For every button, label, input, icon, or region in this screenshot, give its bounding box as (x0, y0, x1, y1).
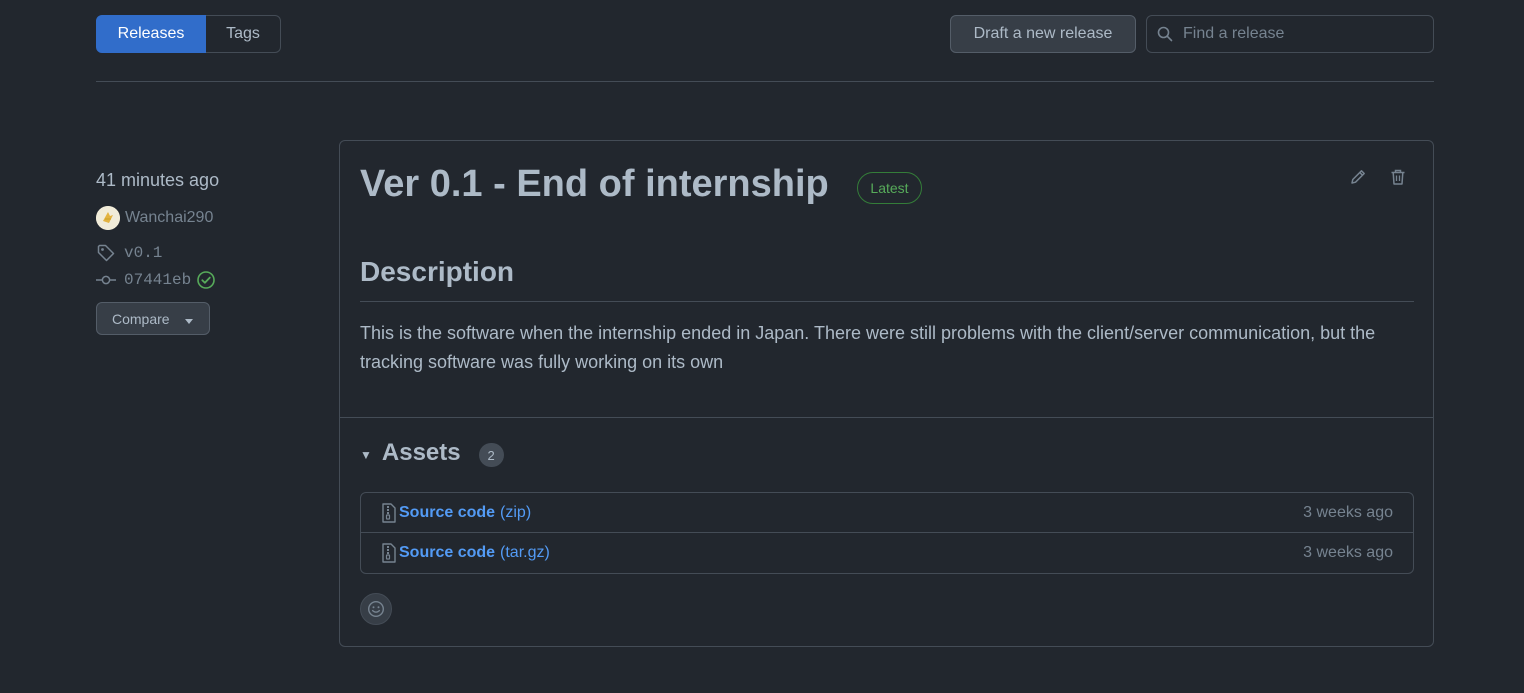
description-text: This is the software when the internship… (360, 323, 1376, 372)
tab-releases[interactable]: Releases (96, 15, 206, 53)
release-author[interactable]: Wanchai290 (96, 206, 213, 230)
release-time: 41 minutes ago (96, 170, 220, 190)
edit-release-button[interactable] (1346, 165, 1370, 189)
tag-icon (96, 243, 116, 263)
tab-tags[interactable]: Tags (206, 15, 281, 53)
pencil-icon (1349, 168, 1367, 186)
tag-name[interactable]: v0.1 (124, 244, 162, 262)
trash-icon (1389, 168, 1407, 186)
search-icon (1157, 26, 1173, 42)
find-release-search[interactable] (1146, 15, 1434, 53)
description-heading: Description (360, 256, 515, 287)
check-circle-icon (196, 270, 216, 290)
assets-count-badge: 2 (478, 443, 504, 467)
smiley-icon (367, 600, 385, 618)
assets-label: Assets (381, 439, 461, 466)
commit-sha[interactable]: 07441eb (124, 271, 191, 289)
triangle-down-icon: ▼ (360, 448, 372, 462)
author-name[interactable]: Wanchai290 (125, 209, 213, 227)
card-divider (340, 417, 1433, 418)
avatar (96, 206, 120, 230)
search-input[interactable] (1183, 25, 1413, 43)
release-tag[interactable]: v0.1 (96, 243, 162, 263)
asset-link-name[interactable]: Source code (399, 504, 495, 522)
asset-link-name[interactable]: Source code (399, 544, 495, 562)
description-divider (360, 301, 1414, 302)
asset-time: 3 weeks ago (1303, 544, 1393, 561)
triangle-down-icon (184, 318, 194, 325)
header-divider (96, 81, 1434, 82)
assets-toggle[interactable]: ▼ Assets 2 (360, 439, 504, 467)
delete-release-button[interactable] (1386, 165, 1410, 189)
release-title[interactable]: Ver 0.1 - End of internship (360, 163, 829, 206)
asset-time: 3 weeks ago (1303, 503, 1393, 521)
asset-format[interactable]: (zip) (500, 504, 531, 522)
file-zip-icon (381, 502, 397, 523)
compare-label: Compare (112, 310, 170, 327)
release-card: Ver 0.1 - End of internship Latest Descr… (339, 140, 1434, 647)
commit-icon (96, 270, 116, 290)
asset-row[interactable]: Source code (zip) 3 weeks ago (361, 493, 1413, 533)
compare-button[interactable]: Compare (96, 302, 210, 335)
asset-format[interactable]: (tar.gz) (500, 544, 550, 562)
file-zip-icon (381, 543, 397, 563)
asset-row[interactable]: Source code (tar.gz) 3 weeks ago (361, 533, 1413, 573)
add-reaction-button[interactable] (360, 593, 392, 625)
latest-badge: Latest (857, 172, 922, 204)
assets-list: Source code (zip) 3 weeks ago Source cod… (360, 492, 1414, 574)
releases-tags-switcher: Releases Tags (96, 15, 281, 53)
draft-new-release-button[interactable]: Draft a new release (950, 15, 1136, 53)
release-commit[interactable]: 07441eb (96, 270, 216, 290)
